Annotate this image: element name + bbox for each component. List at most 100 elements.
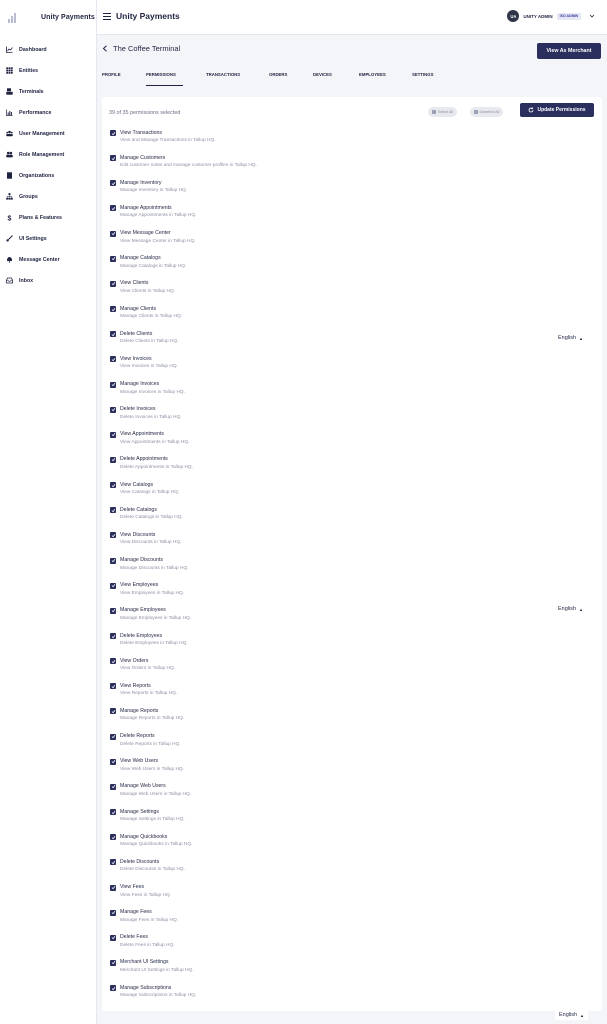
- permission-checkbox[interactable]: [110, 909, 116, 916]
- permission-checkbox[interactable]: [110, 557, 116, 564]
- sidebar-item-message-center[interactable]: Message Center: [0, 249, 97, 270]
- permission-checkbox[interactable]: [110, 985, 116, 992]
- permission-title: View Invoices: [120, 355, 152, 362]
- check-icon: [111, 584, 115, 588]
- permission-checkbox[interactable]: [110, 431, 116, 438]
- permission-checkbox[interactable]: [110, 356, 116, 363]
- permission-checkbox[interactable]: [110, 331, 116, 338]
- permission-checkbox[interactable]: [110, 532, 116, 539]
- permission-checkbox[interactable]: [110, 205, 116, 212]
- tab-employees[interactable]: EMPLOYEES: [359, 70, 386, 86]
- sidebar-item-performance[interactable]: Performance: [0, 102, 97, 123]
- permission-description: View Appointments in Tallup HQ.: [120, 439, 190, 445]
- language-select[interactable]: English ▲: [554, 604, 588, 614]
- permission-description: Delete Clients in Tallup HQ.: [120, 339, 179, 345]
- update-permissions-button[interactable]: Update Permissions: [520, 103, 594, 117]
- permission-checkbox[interactable]: [110, 633, 116, 639]
- permission-checkbox[interactable]: [110, 306, 116, 313]
- refresh-icon: [529, 107, 534, 113]
- permission-title: View Fees: [120, 884, 145, 890]
- permission-description: Delete Invoices in Tallup HQ.: [120, 414, 182, 420]
- permission-description: Manage Employees in Tallup HQ.: [120, 615, 192, 621]
- dollar-icon: $: [6, 214, 13, 221]
- permission-title: Manage Quickbooks: [120, 833, 168, 840]
- language-label: English: [559, 1012, 578, 1018]
- permission-checkbox[interactable]: [110, 456, 116, 463]
- select-all-button[interactable]: Select All: [428, 107, 458, 117]
- permission-description: View Fees in Tallup HQ.: [120, 892, 172, 898]
- permission-checkbox[interactable]: [110, 708, 116, 715]
- permission-checkbox[interactable]: [110, 959, 116, 966]
- tab-profile[interactable]: PROFILE: [102, 70, 121, 86]
- permission-checkbox[interactable]: [110, 582, 116, 589]
- permission-checkbox[interactable]: [110, 406, 116, 413]
- permission-description: Delete Appointments in Tallup HQ.: [120, 464, 193, 470]
- permission-checkbox[interactable]: [110, 180, 116, 187]
- sidebar-item-inbox[interactable]: Inbox: [0, 270, 97, 291]
- permission-title: Delete Appointments: [120, 456, 168, 463]
- terminal-icon: [6, 88, 13, 95]
- tab-orders[interactable]: ORDERS: [269, 70, 287, 86]
- permission-description: Merchant UI Settings in Tallup HQ.: [120, 967, 194, 973]
- permission-checkbox[interactable]: [110, 381, 116, 388]
- sidebar-item-entities[interactable]: Entities: [0, 60, 97, 81]
- permission-description: View Employees in Tallup HQ.: [120, 590, 185, 596]
- permission-title: View Employees: [120, 582, 159, 589]
- permission-description: Manage Fees in Tallup HQ.: [120, 917, 179, 923]
- language-select[interactable]: English ▲: [555, 1010, 589, 1020]
- user-menu[interactable]: UA UNITY ADMIN ISO ADMIN: [507, 10, 581, 22]
- permission-checkbox[interactable]: [110, 507, 116, 514]
- sidebar-item-dashboard[interactable]: Dashboard: [0, 39, 97, 60]
- chevron-down-icon[interactable]: [589, 13, 595, 19]
- sidebar-item-label: Terminals: [19, 88, 44, 95]
- tab-settings[interactable]: SETTINGS: [412, 70, 434, 86]
- permission-checkbox[interactable]: [110, 658, 116, 665]
- sidebar-item-terminals[interactable]: Terminals: [0, 81, 97, 102]
- permission-checkbox[interactable]: [110, 758, 116, 765]
- permission-checkbox[interactable]: [110, 934, 116, 941]
- permission-checkbox[interactable]: [110, 783, 116, 790]
- view-as-merchant-button[interactable]: View As Merchant: [537, 43, 601, 59]
- deselect-all-button[interactable]: Deselect All: [470, 107, 504, 117]
- language-select[interactable]: English ▲: [554, 333, 588, 343]
- permission-checkbox[interactable]: [110, 834, 116, 841]
- chevron-left-icon[interactable]: [102, 45, 108, 52]
- sidebar-item-organizations[interactable]: Organizations: [0, 165, 97, 186]
- permission-checkbox[interactable]: [110, 683, 116, 690]
- permission-checkbox[interactable]: [110, 809, 116, 816]
- permissions-card: 39 of 35 permissions selected Select All…: [102, 97, 602, 1011]
- permission-checkbox[interactable]: [110, 230, 116, 237]
- bar-chart-icon: [6, 109, 13, 116]
- check-icon: [111, 383, 115, 387]
- tab-devices[interactable]: DEVICES: [313, 70, 332, 86]
- sidebar-item-ui-settings[interactable]: UI Settings: [0, 228, 97, 249]
- back-link[interactable]: The Coffee Terminal: [102, 44, 180, 53]
- permission-checkbox[interactable]: [110, 280, 116, 287]
- sidebar-item-label: UI Settings: [19, 235, 47, 242]
- permission-checkbox[interactable]: [110, 255, 116, 262]
- permission-checkbox[interactable]: [110, 482, 116, 489]
- tab-permissions[interactable]: PERMISSIONS: [146, 70, 183, 86]
- sidebar-item-plans-features[interactable]: $ Plans & Features: [0, 207, 97, 228]
- sidebar-item-role-management[interactable]: Role Management: [0, 144, 97, 165]
- check-icon: [111, 785, 115, 789]
- permission-checkbox[interactable]: [110, 733, 116, 740]
- tab-transactions[interactable]: TRANSACTIONS: [206, 70, 240, 86]
- sidebar-item-groups[interactable]: Groups: [0, 186, 97, 207]
- permission-description: Delete Employees in Tallup HQ.: [120, 641, 188, 646]
- avatar[interactable]: UA: [507, 10, 520, 22]
- check-icon: [111, 508, 115, 513]
- page-title: The Coffee Terminal: [113, 44, 181, 53]
- check-icon: [111, 709, 115, 714]
- permission-checkbox[interactable]: [110, 884, 116, 891]
- menu-icon[interactable]: [103, 13, 111, 20]
- permission-checkbox[interactable]: [110, 859, 116, 866]
- permission-checkbox[interactable]: [110, 130, 116, 136]
- sidebar-item-user-management[interactable]: User Management: [0, 123, 97, 144]
- check-icon: [111, 659, 115, 663]
- permission-checkbox[interactable]: [110, 155, 116, 162]
- checkbox-icon: [474, 110, 478, 114]
- permission-description: View Catalogs in Tallup HQ.: [120, 490, 180, 496]
- permission-checkbox[interactable]: [110, 607, 116, 614]
- check-icon: [111, 533, 115, 538]
